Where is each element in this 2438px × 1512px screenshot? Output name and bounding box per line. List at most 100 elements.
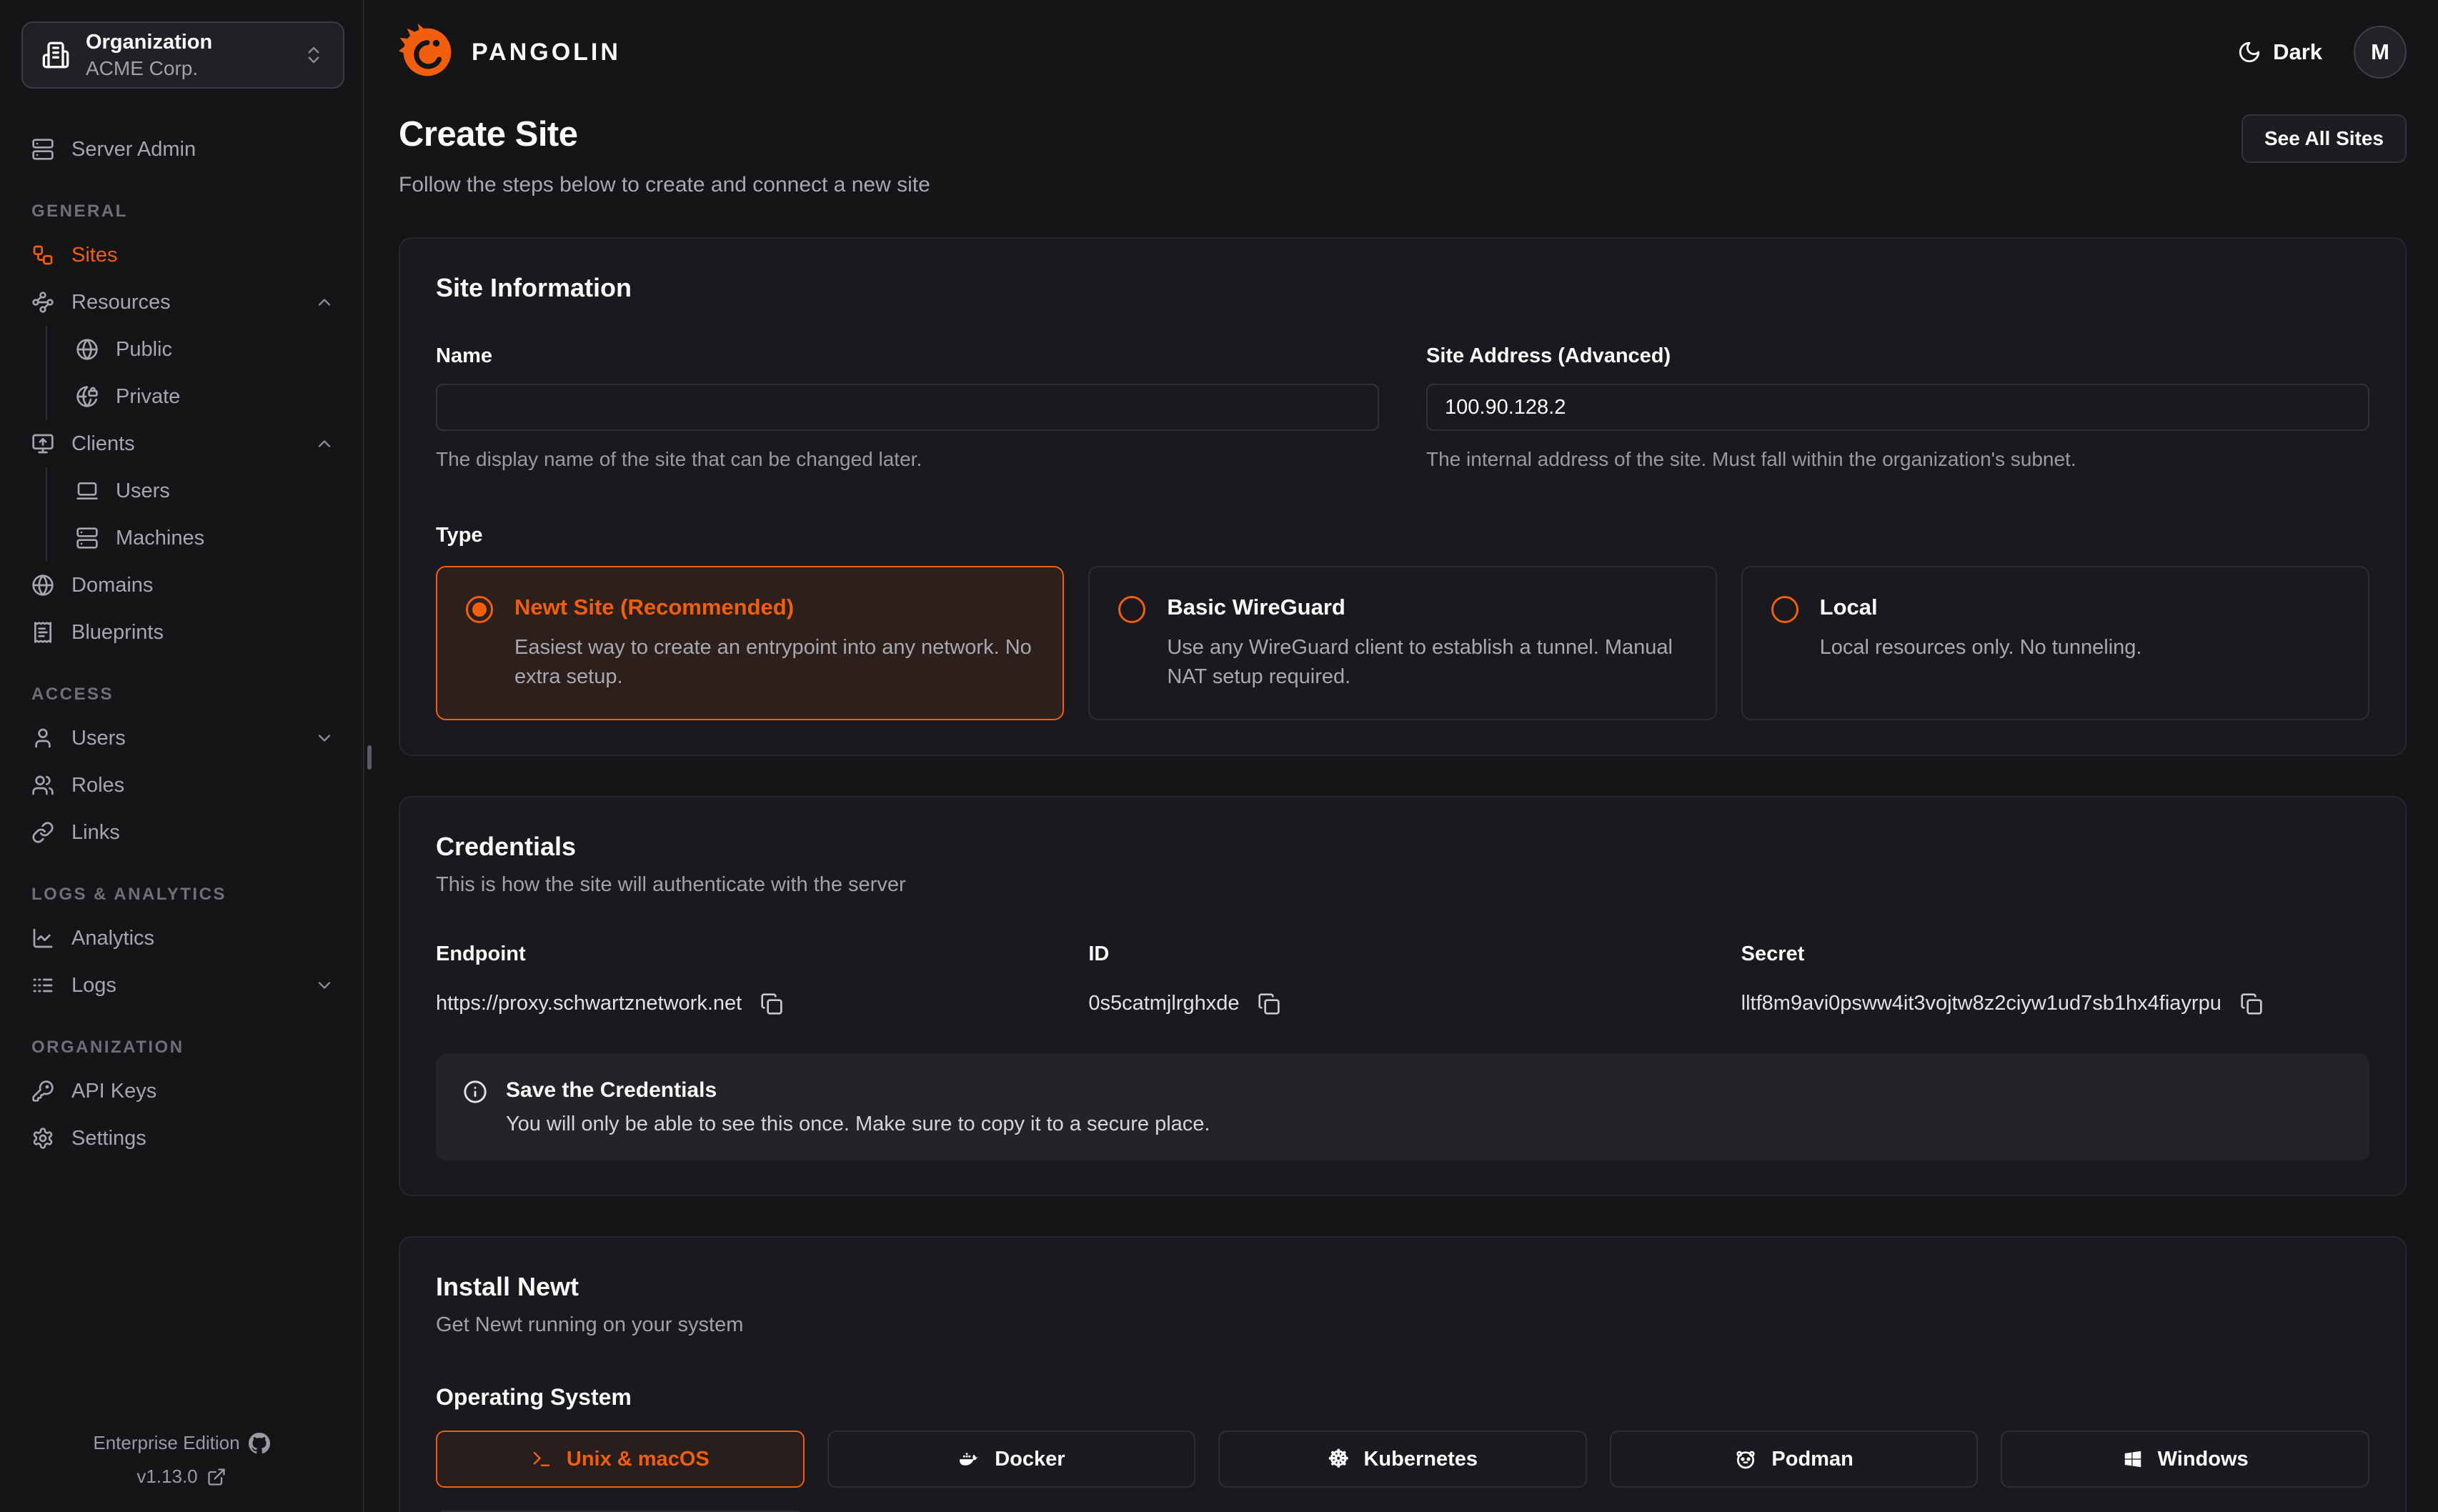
sites-icon xyxy=(31,244,54,267)
laptop-icon xyxy=(76,479,99,502)
moon-icon xyxy=(2237,40,2262,64)
sidebar-item-label: Clients xyxy=(71,432,135,456)
chevrons-up-down-icon xyxy=(303,44,324,66)
section-general: GENERAL xyxy=(31,202,344,222)
os-option-unix-macos[interactable]: Unix & macOS xyxy=(436,1431,805,1488)
github-icon xyxy=(249,1433,270,1454)
theme-label: Dark xyxy=(2273,39,2322,65)
sidebar-item-domains[interactable]: Domains xyxy=(21,562,344,609)
type-desc: Local resources only. No tunneling. xyxy=(1820,633,2142,662)
type-option-wireguard[interactable]: Basic WireGuard Use any WireGuard client… xyxy=(1088,566,1716,720)
id-label: ID xyxy=(1088,942,1716,966)
card-title: Install Newt xyxy=(436,1272,2369,1302)
sidebar-item-analytics[interactable]: Analytics xyxy=(21,915,344,962)
copy-id-button[interactable] xyxy=(1258,993,1280,1015)
endpoint-group: Endpoint https://proxy.schwartznetwork.n… xyxy=(436,942,1064,1015)
gear-icon xyxy=(31,1127,54,1150)
sidebar-item-settings[interactable]: Settings xyxy=(21,1115,344,1162)
os-option-windows[interactable]: Windows xyxy=(2001,1431,2369,1488)
name-hint: The display name of the site that can be… xyxy=(436,448,1379,471)
brand-name: PANGOLIN xyxy=(472,39,621,66)
os-option-kubernetes[interactable]: ☸ Kubernetes xyxy=(1218,1431,1587,1488)
address-field-group: Site Address (Advanced) The internal add… xyxy=(1426,344,2369,471)
sidebar-item-label: Links xyxy=(71,821,120,845)
edition-label: Enterprise Edition xyxy=(93,1432,239,1454)
type-desc: Easiest way to create an entrypoint into… xyxy=(514,633,1034,692)
type-option-newt[interactable]: Newt Site (Recommended) Easiest way to c… xyxy=(436,566,1064,720)
user-icon xyxy=(31,727,54,750)
sidebar-item-label: Server Admin xyxy=(71,138,196,161)
version-link[interactable]: v1.13.0 xyxy=(136,1466,226,1488)
sidebar-item-label: Settings xyxy=(71,1127,146,1150)
alert-title: Save the Credentials xyxy=(506,1078,1210,1103)
secret-value: lltf8m9avi0psww4it3vojtw8z2ciyw1ud7sb1hx… xyxy=(1741,992,2221,1015)
site-information-card: Site Information Name The display name o… xyxy=(399,237,2407,756)
sidebar-item-machines[interactable]: Machines xyxy=(66,514,344,562)
os-options: Unix & macOS Docker ☸ Kubernetes Podman xyxy=(436,1431,2369,1512)
org-value: ACME Corp. xyxy=(86,57,212,80)
org-selector[interactable]: Organization ACME Corp. xyxy=(21,21,344,89)
card-title: Credentials xyxy=(436,832,2369,862)
sidebar-item-client-users[interactable]: Users xyxy=(66,467,344,514)
secret-group: Secret lltf8m9avi0psww4it3vojtw8z2ciyw1u… xyxy=(1741,942,2369,1015)
os-label: Unix & macOS xyxy=(567,1448,710,1471)
card-title: Site Information xyxy=(436,273,2369,303)
operating-system-label: Operating System xyxy=(436,1384,2369,1411)
endpoint-label: Endpoint xyxy=(436,942,1064,966)
name-input[interactable] xyxy=(436,384,1379,431)
receipt-icon xyxy=(31,621,54,644)
sidebar-item-label: Users xyxy=(71,727,126,750)
sidebar-item-label: Roles xyxy=(71,774,124,797)
type-option-local[interactable]: Local Local resources only. No tunneling… xyxy=(1741,566,2369,720)
sidebar-item-api-keys[interactable]: API Keys xyxy=(21,1068,344,1115)
os-option-docker[interactable]: Docker xyxy=(827,1431,1196,1488)
windows-icon xyxy=(2122,1448,2144,1470)
sidebar-item-links[interactable]: Links xyxy=(21,809,344,856)
section-access: ACCESS xyxy=(31,685,344,705)
type-label: Type xyxy=(436,524,2369,547)
edition-link[interactable]: Enterprise Edition xyxy=(93,1432,269,1454)
users-icon xyxy=(31,774,54,797)
theme-toggle[interactable]: Dark xyxy=(2237,39,2322,65)
sidebar-item-clients[interactable]: Clients xyxy=(21,420,344,467)
version-label: v1.13.0 xyxy=(136,1466,197,1488)
sidebar-item-users[interactable]: Users xyxy=(21,715,344,762)
globe-icon xyxy=(31,574,54,597)
sidebar-item-server-admin[interactable]: Server Admin xyxy=(21,126,344,173)
sidebar-item-public[interactable]: Public xyxy=(66,326,344,373)
chart-line-icon xyxy=(31,927,54,950)
globe-lock-icon xyxy=(76,385,99,408)
radio-selected-icon xyxy=(466,596,493,623)
copy-endpoint-button[interactable] xyxy=(760,993,783,1015)
sidebar-item-label: Machines xyxy=(116,527,204,550)
brand[interactable]: PANGOLIN xyxy=(399,24,621,81)
copy-secret-button[interactable] xyxy=(2240,993,2263,1015)
globe-icon xyxy=(76,338,99,361)
sidebar-item-sites[interactable]: Sites xyxy=(21,232,344,279)
sidebar-item-private[interactable]: Private xyxy=(66,373,344,420)
credentials-card: Credentials This is how the site will au… xyxy=(399,796,2407,1196)
address-hint: The internal address of the site. Must f… xyxy=(1426,448,2369,471)
sidebar-item-label: Analytics xyxy=(71,927,154,950)
sidebar-item-resources[interactable]: Resources xyxy=(21,279,344,326)
org-label: Organization xyxy=(86,31,212,54)
main-content: PANGOLIN Dark M Create Site Follow the s… xyxy=(366,0,2438,1512)
sidebar-item-label: API Keys xyxy=(71,1080,156,1103)
secret-label: Secret xyxy=(1741,942,2369,966)
sidebar-item-label: Domains xyxy=(71,574,153,597)
sidebar-item-label: Sites xyxy=(71,244,117,267)
kubernetes-icon: ☸ xyxy=(1328,1447,1349,1471)
sidebar-item-roles[interactable]: Roles xyxy=(21,762,344,809)
sidebar-item-label: Users xyxy=(116,479,170,503)
sidebar-item-logs[interactable]: Logs xyxy=(21,962,344,1009)
podman-icon xyxy=(1734,1448,1757,1471)
see-all-sites-button[interactable]: See All Sites xyxy=(2242,114,2407,163)
site-address-input[interactable] xyxy=(1426,384,2369,431)
clients-subnav: Users Machines xyxy=(46,467,344,562)
docker-icon xyxy=(957,1448,980,1471)
avatar[interactable]: M xyxy=(2354,26,2407,79)
sidebar-item-blueprints[interactable]: Blueprints xyxy=(21,609,344,656)
page-header: Create Site Follow the steps below to cr… xyxy=(399,114,2407,197)
id-group: ID 0s5catmjlrghxde xyxy=(1088,942,1716,1015)
os-option-podman[interactable]: Podman xyxy=(1610,1431,1979,1488)
